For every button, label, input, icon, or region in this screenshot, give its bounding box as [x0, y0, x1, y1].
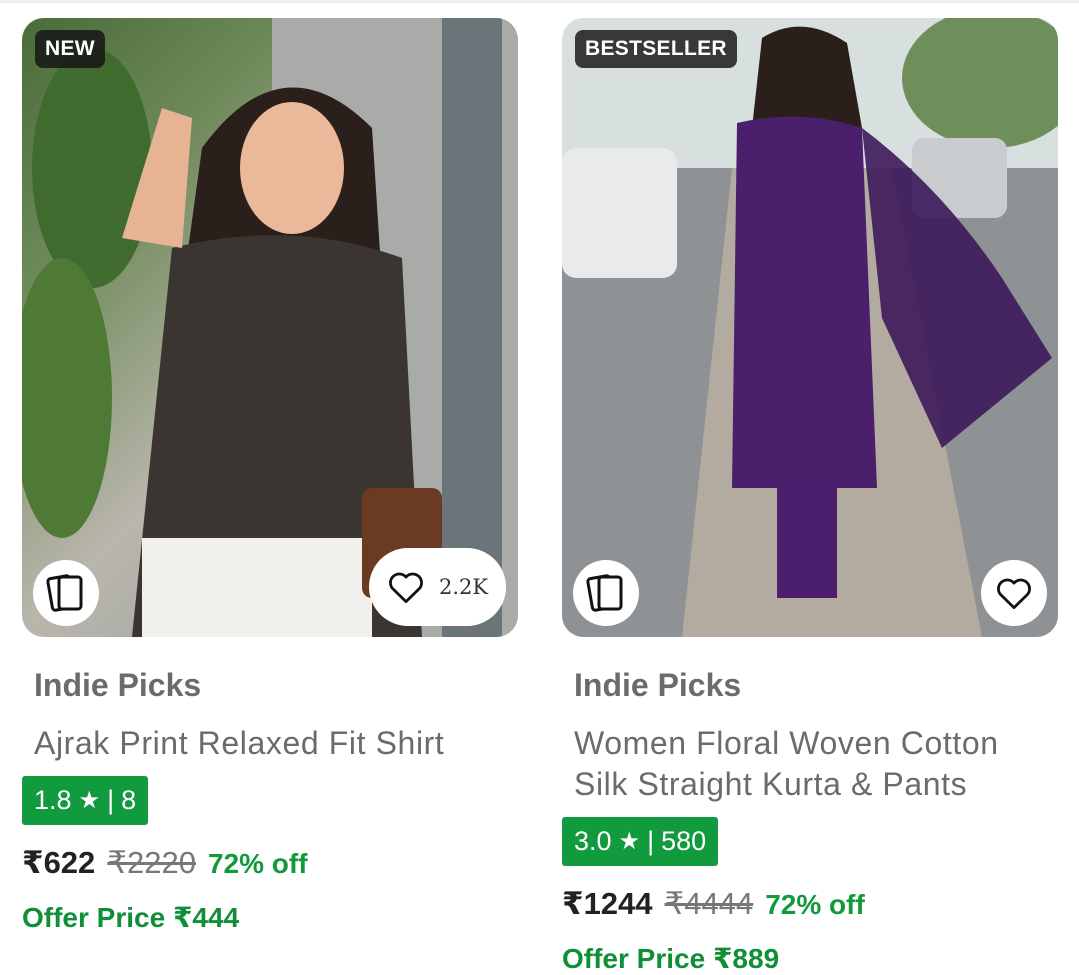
- rating-count: 8: [121, 785, 137, 815]
- mrp-price: ₹4444: [664, 886, 754, 921]
- offer-price: Offer Price ₹444: [22, 902, 240, 933]
- mrp-price: ₹2220: [107, 845, 196, 880]
- rating-value: 3.0: [574, 826, 612, 856]
- selling-price: ₹622: [22, 845, 96, 880]
- star-icon: ★: [78, 787, 101, 814]
- product-name: Women Floral Woven Cotton Silk Straight …: [574, 725, 999, 802]
- rating-badge: 3.0 ★ | 580: [562, 817, 719, 866]
- new-badge: NEW: [35, 30, 105, 68]
- wishlist-button[interactable]: [981, 560, 1047, 626]
- brand-name: Indie Picks: [34, 667, 202, 703]
- rating-separator: |: [647, 826, 655, 856]
- wishlist-count: 2.2K: [438, 575, 489, 599]
- product-image[interactable]: NEW 2.2K: [22, 18, 518, 637]
- product-name: Ajrak Print Relaxed Fit Shirt: [34, 725, 445, 761]
- bestseller-badge: BESTSELLER: [575, 30, 737, 68]
- price-row: ₹622 ₹2220 72% off: [22, 845, 518, 881]
- rating-separator: |: [107, 785, 115, 815]
- heart-icon: [389, 572, 423, 604]
- rating-badge: 1.8 ★ | 8: [22, 776, 149, 825]
- product-card-2[interactable]: BESTSELLER Indie Picks Women Floral Wove…: [562, 18, 1058, 975]
- selling-price: ₹1244: [562, 886, 653, 921]
- discount-label: 72% off: [765, 889, 865, 920]
- collections-icon: [46, 574, 83, 612]
- rating-value: 1.8: [34, 785, 72, 815]
- offer-price: Offer Price ₹889: [562, 943, 780, 974]
- product-photo-illustration: [562, 18, 1058, 637]
- collections-icon: [586, 574, 623, 612]
- collections-button[interactable]: [573, 560, 639, 626]
- product-image[interactable]: BESTSELLER: [562, 18, 1058, 637]
- collections-button[interactable]: [33, 560, 99, 626]
- heart-icon: [997, 578, 1031, 610]
- rating-count: 580: [661, 826, 707, 856]
- product-card-1[interactable]: NEW 2.2K Indie Picks Ajrak Print Relaxed…: [22, 18, 518, 934]
- product-photo-illustration: [22, 18, 518, 637]
- wishlist-button[interactable]: 2.2K: [369, 548, 506, 626]
- star-icon: ★: [618, 828, 641, 855]
- brand-name: Indie Picks: [574, 667, 742, 703]
- top-divider: [0, 0, 1079, 3]
- discount-label: 72% off: [207, 848, 308, 879]
- price-row: ₹1244 ₹4444 72% off: [562, 886, 1058, 922]
